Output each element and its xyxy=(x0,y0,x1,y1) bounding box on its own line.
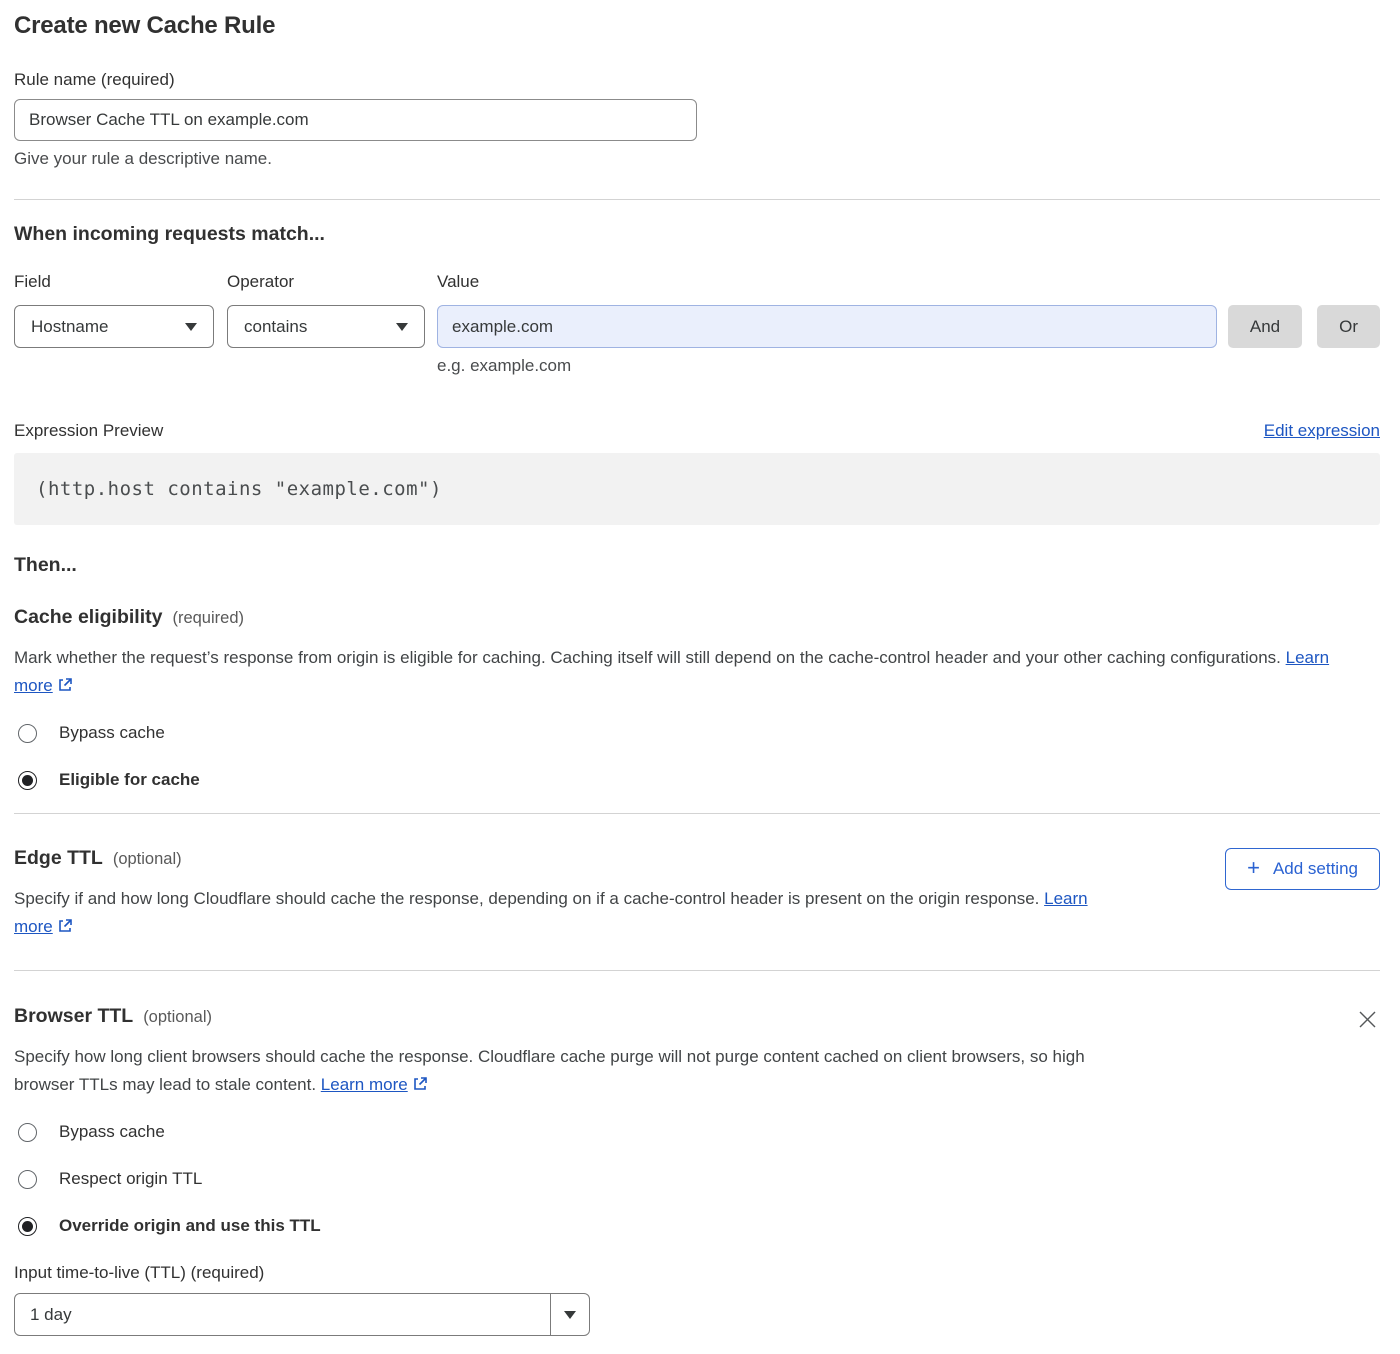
radio-eligible-for-cache[interactable]: Eligible for cache xyxy=(14,770,1380,790)
expression-preview-label: Expression Preview xyxy=(14,421,163,441)
optional-label: (optional) xyxy=(113,850,182,869)
browser-ttl-description: Specify how long client browsers should … xyxy=(14,1043,1119,1101)
section-divider xyxy=(14,970,1380,971)
cache-eligibility-description: Mark whether the request’s response from… xyxy=(14,644,1359,702)
close-icon xyxy=(1357,1009,1378,1030)
match-heading: When incoming requests match... xyxy=(14,223,1380,246)
operator-select[interactable]: contains xyxy=(227,305,425,348)
cache-eligibility-title: Cache eligibility xyxy=(14,606,162,629)
ttl-select-arrow[interactable] xyxy=(550,1294,589,1335)
field-label: Field xyxy=(14,272,214,291)
rule-name-help: Give your rule a descriptive name. xyxy=(14,149,1380,169)
radio-browser-bypass-cache[interactable]: Bypass cache xyxy=(14,1122,1380,1142)
ttl-select-value: 1 day xyxy=(15,1294,550,1335)
or-button[interactable]: Or xyxy=(1317,305,1380,348)
value-help: e.g. example.com xyxy=(437,356,1217,376)
ttl-input-label: Input time-to-live (TTL) (required) xyxy=(14,1263,1380,1283)
expression-preview-code: (http.host contains "example.com") xyxy=(14,453,1380,525)
match-expression-row: Field Hostname Operator contains Value e… xyxy=(14,272,1380,376)
edge-ttl-description: Specify if and how long Cloudflare shoul… xyxy=(14,885,1119,943)
required-label: (required) xyxy=(172,609,244,628)
plus-icon: + xyxy=(1247,857,1260,879)
add-setting-button[interactable]: + Add setting xyxy=(1225,848,1380,890)
edit-expression-link[interactable]: Edit expression xyxy=(1264,421,1380,441)
radio-bypass-cache[interactable]: Bypass cache xyxy=(14,723,1380,743)
chevron-down-icon xyxy=(396,323,408,331)
optional-label: (optional) xyxy=(143,1008,212,1027)
radio-circle[interactable] xyxy=(18,1123,37,1142)
browser-ttl-title: Browser TTL xyxy=(14,1005,133,1028)
and-button[interactable]: And xyxy=(1228,305,1302,348)
radio-circle[interactable] xyxy=(18,724,37,743)
radio-respect-origin-ttl[interactable]: Respect origin TTL xyxy=(14,1169,1380,1189)
external-link-icon xyxy=(57,674,73,702)
then-heading: Then... xyxy=(14,554,1380,577)
learn-more-link[interactable]: Learn more xyxy=(321,1075,408,1094)
field-select[interactable]: Hostname xyxy=(14,305,214,348)
radio-override-origin-ttl[interactable]: Override origin and use this TTL xyxy=(14,1216,1380,1236)
remove-browser-ttl-button[interactable] xyxy=(1355,1007,1380,1035)
operator-label: Operator xyxy=(227,272,425,291)
external-link-icon xyxy=(412,1073,428,1101)
field-select-value: Hostname xyxy=(31,317,108,337)
chevron-down-icon xyxy=(564,1311,576,1319)
ttl-select[interactable]: 1 day xyxy=(14,1293,590,1336)
edge-ttl-title: Edge TTL xyxy=(14,847,103,870)
section-divider xyxy=(14,813,1380,814)
section-divider xyxy=(14,199,1380,200)
chevron-down-icon xyxy=(185,323,197,331)
operator-select-value: contains xyxy=(244,317,307,337)
radio-circle-selected[interactable] xyxy=(18,1217,37,1236)
radio-circle-selected[interactable] xyxy=(18,771,37,790)
rule-name-input[interactable] xyxy=(14,99,697,141)
external-link-icon xyxy=(57,915,73,943)
radio-circle[interactable] xyxy=(18,1170,37,1189)
value-label: Value xyxy=(437,272,1217,291)
value-input[interactable] xyxy=(437,305,1217,348)
page-title: Create new Cache Rule xyxy=(14,12,1380,40)
rule-name-label: Rule name (required) xyxy=(14,70,1380,90)
